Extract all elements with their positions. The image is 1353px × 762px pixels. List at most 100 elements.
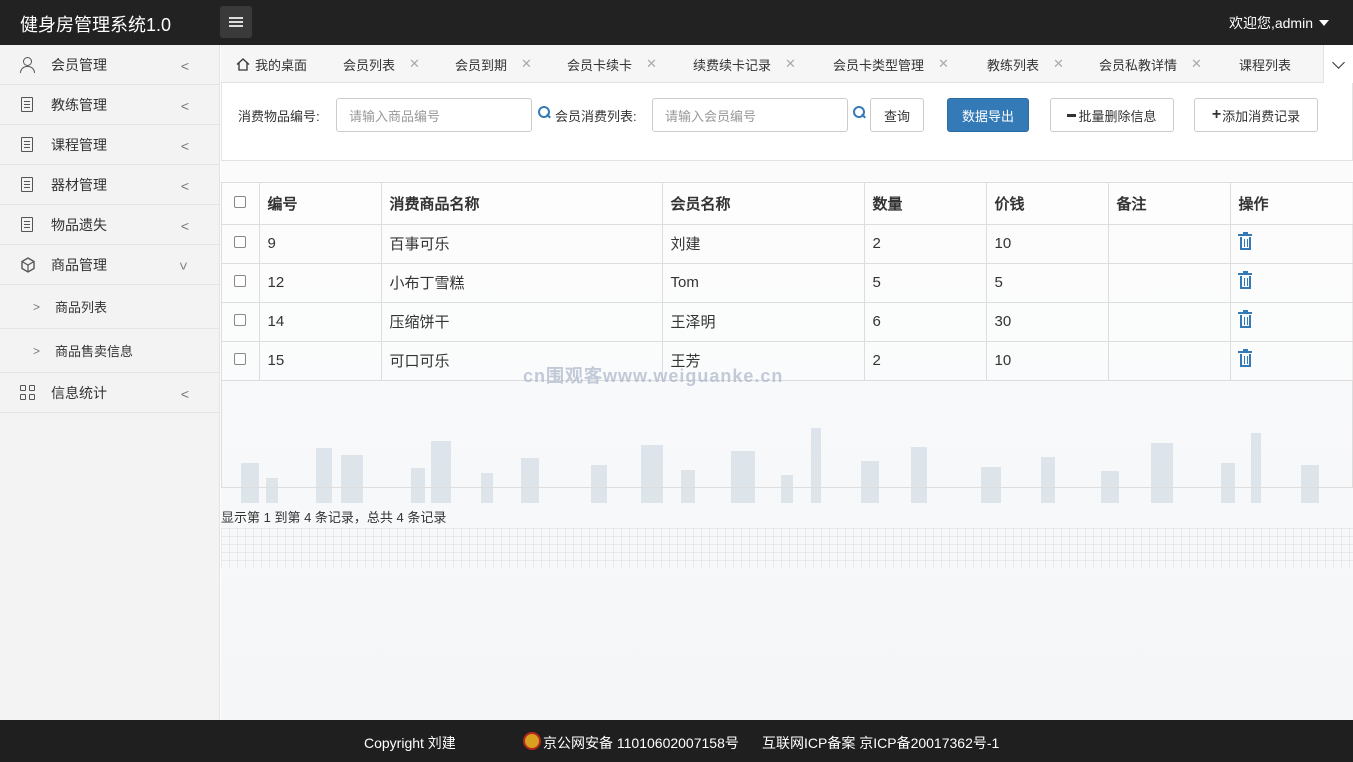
mesh-decoration <box>221 528 1353 568</box>
cell-price: 10 <box>986 341 1109 381</box>
close-icon[interactable]: ✕ <box>1053 56 1064 72</box>
cell-id: 9 <box>259 224 382 264</box>
tab-more-button[interactable] <box>1323 45 1353 83</box>
close-icon[interactable]: ✕ <box>521 56 532 72</box>
column-header[interactable]: 数量 <box>864 183 987 225</box>
close-icon[interactable]: ✕ <box>646 56 657 72</box>
close-icon[interactable]: ✕ <box>1191 56 1202 72</box>
pagination-info: 显示第 1 到第 4 条记录，总共 4 条记录 <box>221 510 447 525</box>
footer: Copyright 刘建 京公网安备 11010602007158号 互联网IC… <box>0 720 1353 762</box>
cell-member: 刘建 <box>662 224 865 264</box>
minus-icon <box>1067 113 1077 117</box>
tab-label: 会员列表 <box>343 57 396 73</box>
sidebar-item-goods[interactable]: 商品管理 < <box>0 245 219 285</box>
sidebar-item-coaches[interactable]: 教练管理 < <box>0 85 219 125</box>
menu-toggle-button[interactable] <box>220 6 252 38</box>
close-icon[interactable]: ✕ <box>785 56 796 72</box>
tab-label: 续费续卡记录 <box>693 57 772 73</box>
column-header[interactable]: 价钱 <box>986 183 1109 225</box>
table-row: 9 百事可乐 刘建 2 10 <box>222 224 1353 264</box>
police-badge-icon <box>523 732 541 750</box>
row-checkbox[interactable] <box>234 275 246 287</box>
batch-delete-button[interactable]: 批量删除信息 <box>1050 98 1174 132</box>
cell-qty: 2 <box>864 224 987 264</box>
document-icon <box>20 216 36 233</box>
chevron-left-icon: < <box>180 58 189 74</box>
row-checkbox[interactable] <box>234 236 246 248</box>
cell-id: 12 <box>259 263 382 303</box>
goods-id-label: 消费物品编号: <box>238 109 320 124</box>
search-icon <box>538 106 550 118</box>
trash-icon[interactable] <box>1237 348 1252 367</box>
watermark-text: cn围观客www.weiguanke.cn <box>523 366 784 386</box>
table-row: 14 压缩饼干 王泽明 6 30 <box>222 302 1353 342</box>
trash-icon[interactable] <box>1237 231 1252 250</box>
sidebar-item-statistics[interactable]: 信息统计 < <box>0 373 219 413</box>
tab-course-list[interactable]: 课程列表 <box>1239 45 1291 83</box>
cell-note <box>1108 224 1231 264</box>
cell-price: 5 <box>986 263 1109 303</box>
cell-note <box>1108 263 1231 303</box>
tab-card-type[interactable]: 会员卡类型管理 ✕ <box>833 45 949 83</box>
tab-label: 我的桌面 <box>255 57 308 73</box>
sidebar-item-members[interactable]: 会员管理 < <box>0 45 219 85</box>
column-header: 操作 <box>1230 183 1353 225</box>
sidebar-subitem-label: 商品列表 <box>55 300 108 315</box>
sidebar-item-label: 商品管理 <box>51 256 107 273</box>
chevron-down-icon <box>1332 55 1345 69</box>
document-icon <box>20 136 36 153</box>
sidebar-item-equipment[interactable]: 器材管理 < <box>0 165 219 205</box>
batch-delete-label: 批量删除信息 <box>1078 108 1157 124</box>
tab-member-list[interactable]: 会员列表 ✕ <box>343 45 420 83</box>
tab-private-coach[interactable]: 会员私教详情 ✕ <box>1099 45 1202 83</box>
sidebar-item-courses[interactable]: 课程管理 < <box>0 125 219 165</box>
column-header[interactable]: 消费商品名称 <box>381 183 663 225</box>
user-menu[interactable]: 欢迎您,admin <box>1229 13 1329 33</box>
cell-id: 15 <box>259 341 382 381</box>
query-button[interactable]: 查询 <box>870 98 924 132</box>
close-icon[interactable]: ✕ <box>409 56 420 72</box>
add-record-button[interactable]: + 添加消费记录 <box>1194 98 1318 132</box>
footer-police-record[interactable]: 京公网安备 11010602007158号 <box>543 733 739 753</box>
sidebar-subitem-goods-list[interactable]: > 商品列表 <box>0 285 219 329</box>
sidebar-item-label: 课程管理 <box>51 136 107 153</box>
sidebar-item-lost-items[interactable]: 物品遗失 < <box>0 205 219 245</box>
chevron-left-icon: < <box>180 138 189 154</box>
chevron-down-icon: < <box>174 261 191 271</box>
footer-icp-record[interactable]: 互联网ICP备案 京ICP备20017362号-1 <box>762 733 999 753</box>
tab-desktop[interactable]: 我的桌面 <box>236 45 307 83</box>
select-all-checkbox[interactable] <box>234 195 246 208</box>
close-icon[interactable]: ✕ <box>938 56 949 72</box>
cell-id: 14 <box>259 302 382 342</box>
trash-icon[interactable] <box>1237 309 1252 328</box>
sidebar-subitem-goods-sales[interactable]: > 商品售卖信息 <box>0 329 219 373</box>
tab-member-expiry[interactable]: 会员到期 ✕ <box>455 45 532 83</box>
goods-id-input[interactable]: 请输入商品编号 <box>336 98 532 132</box>
cell-member: Tom <box>662 263 865 303</box>
export-button[interactable]: 数据导出 <box>947 98 1029 132</box>
tab-label: 会员卡类型管理 <box>833 57 925 73</box>
table-row: 12 小布丁雪糕 Tom 5 5 <box>222 263 1353 303</box>
cell-note <box>1108 302 1231 342</box>
welcome-text: 欢迎您,admin <box>1228 15 1313 31</box>
tab-renew-records[interactable]: 续费续卡记录 ✕ <box>693 45 796 83</box>
trash-icon[interactable] <box>1237 270 1252 289</box>
column-header[interactable]: 备注 <box>1108 183 1231 225</box>
row-checkbox[interactable] <box>234 353 246 365</box>
column-header[interactable]: 编号 <box>259 183 382 225</box>
cell-qty: 2 <box>864 341 987 381</box>
cell-goods: 百事可乐 <box>381 224 663 264</box>
tab-label: 教练列表 <box>987 57 1040 73</box>
row-checkbox[interactable] <box>234 314 246 326</box>
tab-label: 课程列表 <box>1239 57 1292 73</box>
tab-label: 会员私教详情 <box>1099 57 1178 73</box>
tab-coach-list[interactable]: 教练列表 ✕ <box>987 45 1064 83</box>
document-icon <box>20 96 36 113</box>
sidebar-subitem-label: 商品售卖信息 <box>55 344 134 359</box>
tab-card-renew[interactable]: 会员卡续卡 ✕ <box>567 45 657 83</box>
tab-bar: 我的桌面 会员列表 ✕ 会员到期 ✕ 会员卡续卡 ✕ 续费续卡记录 ✕ 会员卡类型管理 ✕… <box>221 45 1353 83</box>
consume-table: 编号 消费商品名称 会员名称 数量 价钱 备注 操作 9 百事可乐 刘建 2 1… <box>221 182 1353 488</box>
column-header[interactable]: 会员名称 <box>662 183 865 225</box>
sidebar-item-label: 教练管理 <box>51 96 107 113</box>
member-id-input[interactable]: 请输入会员编号 <box>652 98 848 132</box>
